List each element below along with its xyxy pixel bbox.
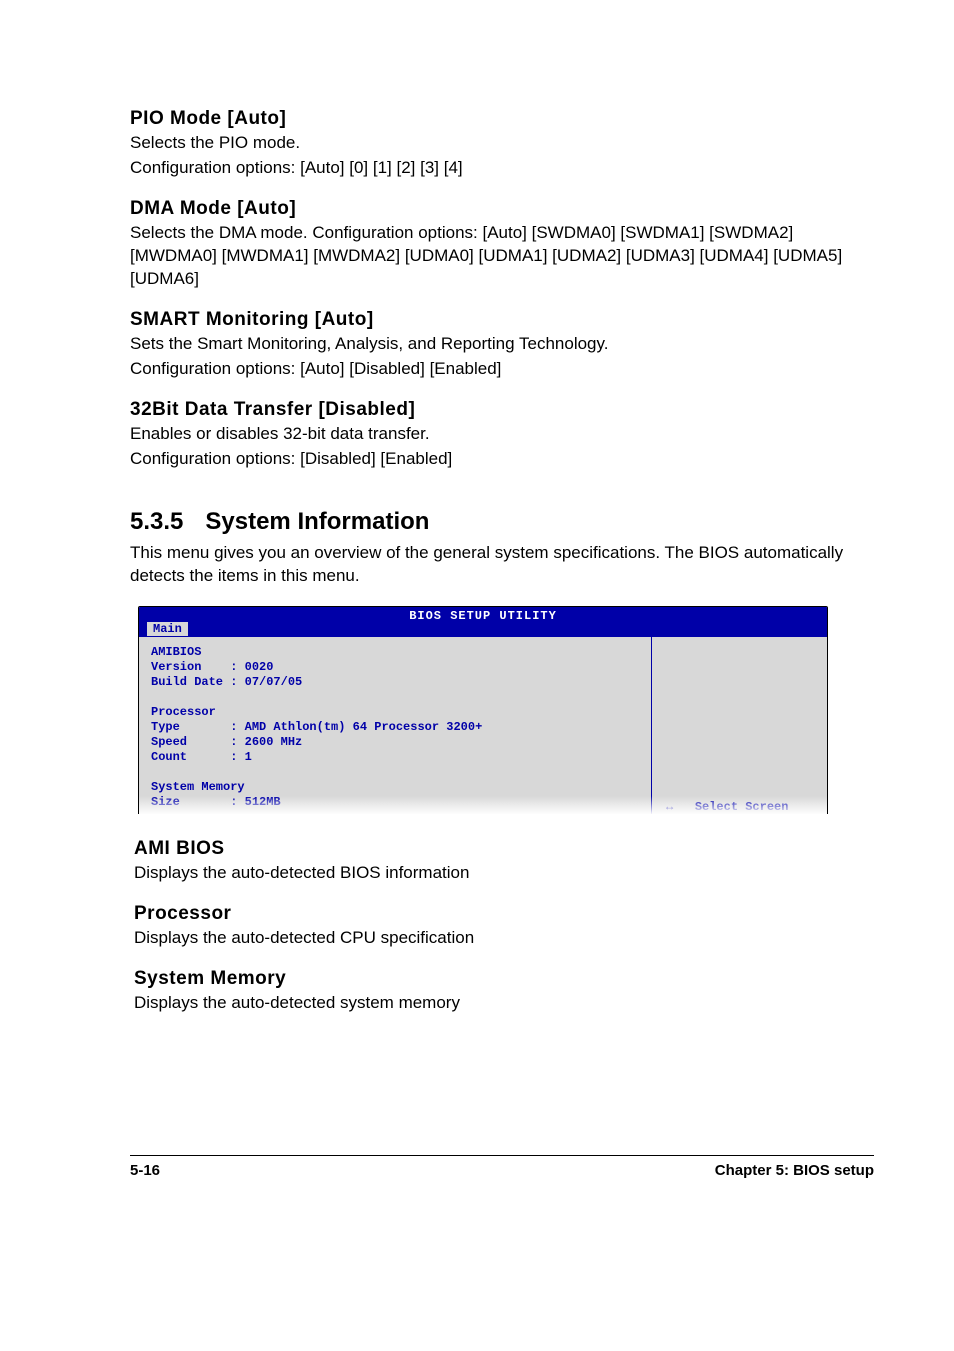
dma-mode-desc: Selects the DMA mode. Configuration opti… [130,222,874,291]
dma-mode-heading: DMA Mode [Auto] [130,198,874,220]
system-memory-desc: Displays the auto-detected system memory [134,992,874,1015]
transfer-desc-1: Enables or disables 32-bit data transfer… [130,423,874,446]
transfer-desc-2: Configuration options: [Disabled] [Enabl… [130,448,874,471]
smart-desc-2: Configuration options: [Auto] [Disabled]… [130,358,874,381]
processor-desc: Displays the auto-detected CPU specifica… [134,927,874,950]
page-number: 5-16 [130,1162,160,1179]
transfer-heading: 32Bit Data Transfer [Disabled] [130,399,874,421]
bios-title: BIOS SETUP UTILITY [139,607,827,623]
processor-heading: Processor [134,903,874,925]
ami-bios-desc: Displays the auto-detected BIOS informat… [134,862,874,885]
system-memory-heading: System Memory [134,968,874,990]
bios-legend-panel: ↔ Select Screen [652,637,827,814]
chapter-label: Chapter 5: BIOS setup [715,1162,874,1179]
section-number: 5.3.5 [130,508,183,535]
pio-mode-desc-1: Selects the PIO mode. [130,132,874,155]
ami-bios-heading: AMI BIOS [134,838,874,860]
smart-heading: SMART Monitoring [Auto] [130,309,874,331]
bios-info-panel: AMIBIOS Version : 0020 Build Date : 07/0… [139,637,651,814]
pio-mode-heading: PIO Mode [Auto] [130,108,874,130]
smart-desc-1: Sets the Smart Monitoring, Analysis, and… [130,333,874,356]
section-title: System Information [205,508,429,535]
legend-select-screen: Select Screen [695,800,789,814]
page-footer: 5-16 Chapter 5: BIOS setup [130,1155,874,1179]
bios-header: BIOS SETUP UTILITY Main [139,607,827,637]
pio-mode-desc-2: Configuration options: [Auto] [0] [1] [2… [130,157,874,180]
section-intro: This menu gives you an overview of the g… [130,542,874,588]
bios-tab-main: Main [147,622,188,636]
section-heading: 5.3.5 System Information [130,508,874,536]
bios-screenshot: BIOS SETUP UTILITY Main AMIBIOS Version … [138,606,828,814]
legend-arrow-icon: ↔ [666,800,673,814]
